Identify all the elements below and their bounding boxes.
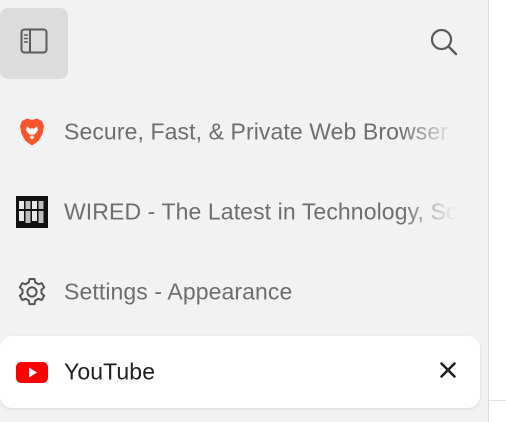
tab-youtube[interactable]: YouTube [0,336,480,408]
tab-wired[interactable]: WIRED - The Latest in Technology, Scienc… [0,176,480,248]
tab-title: Settings - Appearance [64,278,293,305]
tab-title: Secure, Fast, & Private Web Browser with… [64,118,456,145]
tab-settings[interactable]: Settings - Appearance [0,256,480,328]
search-button[interactable] [418,20,470,68]
youtube-icon [16,356,48,388]
tab-brave[interactable]: Secure, Fast, & Private Web Browser with… [0,96,480,168]
content-separator [489,400,506,401]
sidebar-icon [19,26,49,61]
close-tab-button[interactable] [434,358,462,386]
sidebar: Secure, Fast, & Private Web Browser with… [0,0,488,422]
tab-title: WIRED - The Latest in Technology, Scienc… [64,198,456,225]
search-icon [428,26,460,63]
content-area [489,0,506,422]
brave-lion-icon [16,116,48,148]
tab-title: YouTube [64,358,156,385]
sidebar-toggle-button[interactable] [0,8,68,79]
wired-logo-icon [16,196,48,228]
close-icon [439,361,457,384]
gear-icon [16,276,48,308]
